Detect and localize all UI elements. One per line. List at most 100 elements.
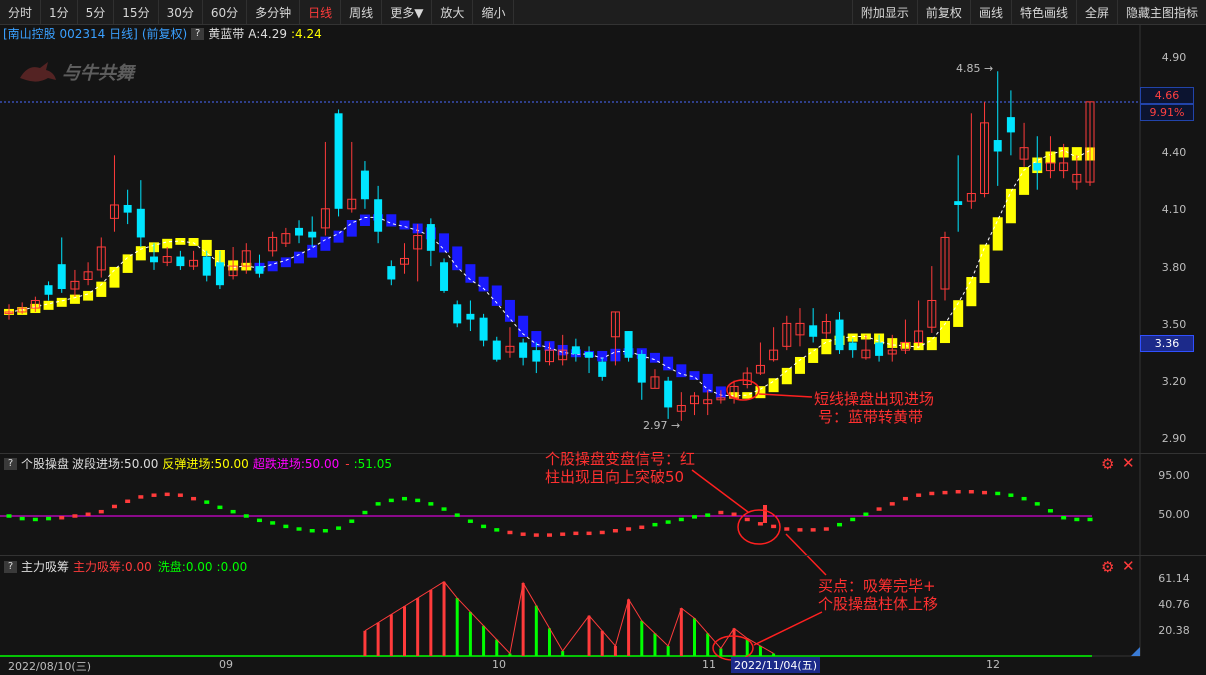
axis-label: 61.14	[1158, 572, 1190, 585]
annotation-signal: 个股操盘变盘信号：红 柱出现且向上突破50	[545, 450, 695, 486]
panel2-line1: 波段进场:50.00	[72, 457, 159, 471]
osc-bar	[401, 496, 407, 501]
osc-bar	[296, 527, 302, 531]
osc-bar	[823, 527, 829, 531]
osc-bar	[138, 495, 144, 499]
osc-bar	[968, 490, 974, 494]
axis-label: 3.50	[1161, 318, 1187, 331]
axis-label: 3.80	[1161, 261, 1187, 274]
candle-body	[571, 346, 580, 354]
band-block	[478, 276, 489, 292]
osc-bar	[797, 528, 803, 532]
osc-bar	[520, 532, 526, 536]
band-block	[280, 257, 291, 268]
band-block	[399, 220, 410, 230]
annotation-line: 号：蓝带转黄带	[818, 408, 924, 426]
panel3-line1: 主力吸筹:0.00	[73, 560, 152, 574]
osc-bar	[547, 533, 552, 537]
osc-bar	[1034, 502, 1040, 506]
panel2-name[interactable]: 个股操盘	[21, 455, 69, 472]
panel2-line4: :51.05	[353, 456, 392, 471]
candle-body	[532, 350, 541, 362]
scroll-triangle	[1131, 647, 1140, 656]
band-block	[953, 300, 964, 327]
osc-bar	[336, 526, 342, 530]
candle-body	[426, 224, 435, 251]
band-block	[56, 297, 67, 307]
band-block	[1019, 167, 1030, 195]
axis-label: 50.00	[1158, 508, 1190, 521]
candle-body	[809, 325, 818, 337]
candle-body	[466, 313, 475, 320]
osc-bar	[164, 492, 170, 497]
osc-bar	[349, 519, 355, 523]
osc-bar	[995, 491, 1001, 496]
band-block	[43, 300, 54, 310]
osc-bar	[573, 531, 579, 536]
price-tag-2: 3.36	[1140, 335, 1194, 352]
axis-label: 4.10	[1161, 203, 1187, 216]
candle-body	[664, 380, 673, 408]
panel2-title: ? 个股操盘 波段进场:50.00 反弹进场:50.00 超跌进场:50.00 …	[0, 455, 392, 472]
osc-bar	[428, 502, 434, 506]
panel2-line2: 反弹进场:50.00	[162, 457, 249, 471]
osc-bar	[243, 514, 249, 518]
settings-icon[interactable]: ⚙	[1101, 558, 1114, 576]
band-block	[122, 254, 133, 273]
osc-bar	[1021, 496, 1027, 501]
panel3-name[interactable]: 主力吸筹	[21, 558, 69, 575]
date-label: 10	[492, 658, 506, 671]
osc-bar	[876, 507, 882, 511]
candle-body	[954, 201, 963, 205]
close-icon[interactable]: ✕	[1122, 557, 1135, 575]
help-icon[interactable]: ?	[4, 457, 17, 470]
band-block	[979, 244, 990, 284]
osc-bar	[454, 513, 460, 517]
candle-body	[624, 331, 633, 358]
band-block	[926, 337, 937, 351]
osc-bar	[889, 502, 895, 506]
band-block	[1005, 188, 1016, 224]
osc-bar	[72, 514, 78, 518]
band-block	[755, 386, 766, 399]
osc-bar	[388, 498, 394, 503]
candle-body	[360, 170, 369, 200]
axis-label: 40.76	[1158, 598, 1190, 611]
candle-body	[1033, 162, 1042, 171]
osc-bar	[902, 496, 908, 501]
band-block	[808, 348, 819, 363]
osc-bar	[217, 505, 223, 510]
osc-bar	[6, 514, 12, 518]
osc-bar	[322, 529, 328, 533]
osc-bar	[784, 527, 790, 531]
osc-bar	[85, 512, 91, 516]
low-label: 2.97 →	[643, 419, 681, 432]
osc-bar	[59, 516, 65, 520]
settings-icon[interactable]: ⚙	[1101, 455, 1114, 473]
osc-bar	[678, 517, 684, 522]
band-block	[768, 378, 779, 393]
candle-body	[479, 317, 488, 341]
osc-bar	[744, 517, 750, 522]
osc-bar	[929, 491, 935, 496]
osc-bar	[942, 490, 948, 495]
band-block	[135, 246, 146, 261]
osc-bar	[757, 522, 763, 526]
candle-body	[585, 352, 594, 358]
date-label: 2022/08/10(三)	[8, 660, 91, 673]
osc-bar	[191, 496, 197, 501]
osc-bar	[955, 490, 961, 494]
axis-label: 20.38	[1158, 624, 1190, 637]
annotation-line: 买点：吸筹完毕+	[818, 577, 936, 595]
close-icon[interactable]: ✕	[1122, 454, 1135, 472]
candle-body	[993, 140, 1002, 152]
osc-bar	[46, 516, 52, 521]
candle-body	[875, 342, 884, 356]
help-icon[interactable]: ?	[4, 560, 17, 573]
candle-body	[123, 204, 132, 213]
acc-envelope	[364, 581, 774, 655]
candle-body	[202, 256, 211, 276]
high-label: 4.85 →	[956, 62, 994, 75]
osc-bar	[1087, 517, 1093, 522]
osc-bar	[32, 517, 38, 522]
